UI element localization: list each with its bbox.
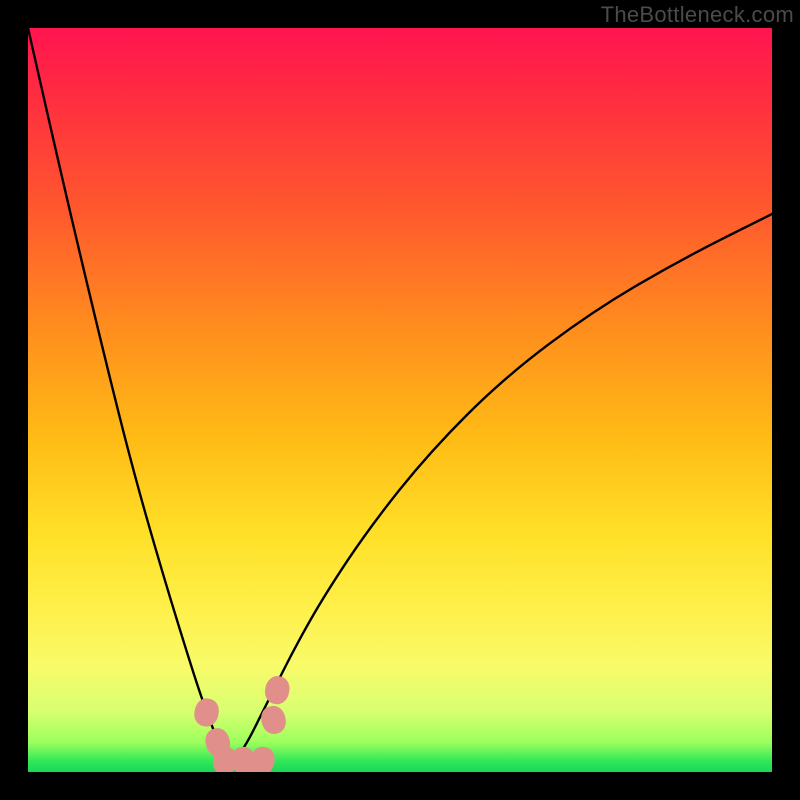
data-marker xyxy=(192,696,221,728)
data-marker xyxy=(248,745,277,772)
curve-path-group xyxy=(28,28,772,761)
chart-frame: TheBottleneck.com xyxy=(0,0,800,800)
plot-area xyxy=(28,28,772,772)
curve-markers xyxy=(192,674,292,772)
data-marker xyxy=(258,703,288,736)
bottleneck-curve xyxy=(28,28,772,772)
attribution-label: TheBottleneck.com xyxy=(601,2,794,28)
